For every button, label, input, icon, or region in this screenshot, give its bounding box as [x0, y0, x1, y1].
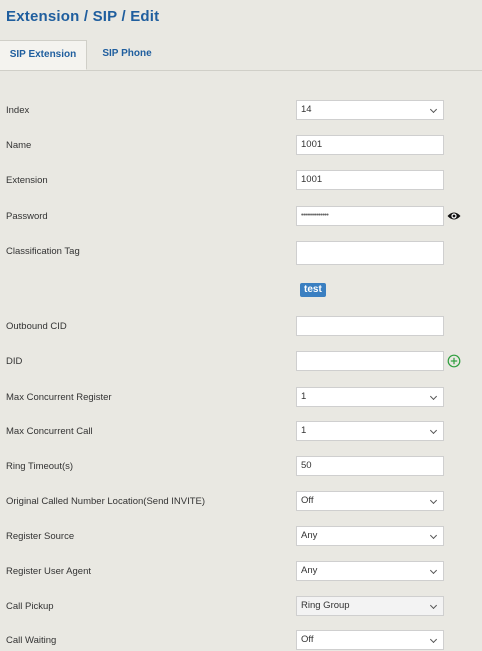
original-called-number-location-label: Original Called Number Location(Send INV…	[6, 496, 206, 507]
did-label: DID	[6, 356, 23, 367]
extension-input[interactable]: 1001	[296, 170, 444, 190]
row-call-pickup: Call Pickup Ring Group	[0, 596, 482, 620]
extension-label: Extension	[6, 175, 48, 186]
row-name: Name 1001	[0, 135, 482, 159]
tag-badge-test[interactable]: test	[300, 283, 326, 297]
ring-timeout-input[interactable]: 50	[296, 456, 444, 476]
call-waiting-label: Call Waiting	[6, 635, 57, 646]
call-pickup-label: Call Pickup	[6, 601, 54, 612]
max-concurrent-register-select[interactable]: 1	[296, 387, 444, 407]
classification-tag-label: Classification Tag	[6, 246, 80, 257]
tab-sip-extension[interactable]: SIP Extension	[0, 40, 87, 70]
row-register-user-agent: Register User Agent Any	[0, 561, 482, 585]
classification-tag-input[interactable]	[296, 241, 444, 265]
plus-circle-icon[interactable]	[447, 354, 461, 368]
tab-sip-phone[interactable]: SIP Phone	[88, 40, 166, 70]
index-select[interactable]: 14	[296, 100, 444, 120]
page-title: Extension / SIP / Edit	[6, 8, 160, 25]
row-classification-tag: Classification Tag	[0, 241, 482, 265]
row-original-called-number-location: Original Called Number Location(Send INV…	[0, 491, 482, 515]
name-input[interactable]: 1001	[296, 135, 444, 155]
row-call-waiting: Call Waiting Off	[0, 630, 482, 651]
row-register-source: Register Source Any	[0, 526, 482, 550]
max-concurrent-call-select[interactable]: 1	[296, 421, 444, 441]
original-called-number-location-select[interactable]: Off	[296, 491, 444, 511]
name-label: Name	[6, 140, 32, 151]
did-input[interactable]	[296, 351, 444, 371]
row-did: DID	[0, 351, 482, 375]
password-label: Password	[6, 211, 48, 222]
row-ring-timeout: Ring Timeout(s) 50	[0, 456, 482, 480]
tab-bar: SIP Extension SIP Phone	[0, 40, 482, 71]
register-user-agent-label: Register User Agent	[6, 566, 92, 577]
call-waiting-select[interactable]: Off	[296, 630, 444, 650]
outbound-cid-input[interactable]	[296, 316, 444, 336]
row-extension: Extension 1001	[0, 170, 482, 194]
index-label: Index	[6, 105, 30, 116]
call-pickup-select[interactable]: Ring Group	[296, 596, 444, 616]
register-source-label: Register Source	[6, 531, 75, 542]
register-source-select[interactable]: Any	[296, 526, 444, 546]
register-user-agent-select[interactable]: Any	[296, 561, 444, 581]
max-concurrent-register-label: Max Concurrent Register	[6, 392, 112, 403]
max-concurrent-call-label: Max Concurrent Call	[6, 426, 93, 437]
extension-sip-edit-page: Extension / SIP / Edit SIP Extension SIP…	[0, 0, 482, 651]
outbound-cid-label: Outbound CID	[6, 321, 67, 332]
ring-timeout-label: Ring Timeout(s)	[6, 461, 74, 472]
row-outbound-cid: Outbound CID	[0, 316, 482, 340]
row-max-concurrent-register: Max Concurrent Register 1	[0, 387, 482, 411]
row-password: Password ••••••••••••••	[0, 206, 482, 230]
eye-icon[interactable]	[447, 210, 461, 222]
password-input[interactable]: ••••••••••••••	[296, 206, 444, 226]
row-index: Index 14	[0, 100, 482, 124]
row-max-concurrent-call: Max Concurrent Call 1	[0, 421, 482, 445]
